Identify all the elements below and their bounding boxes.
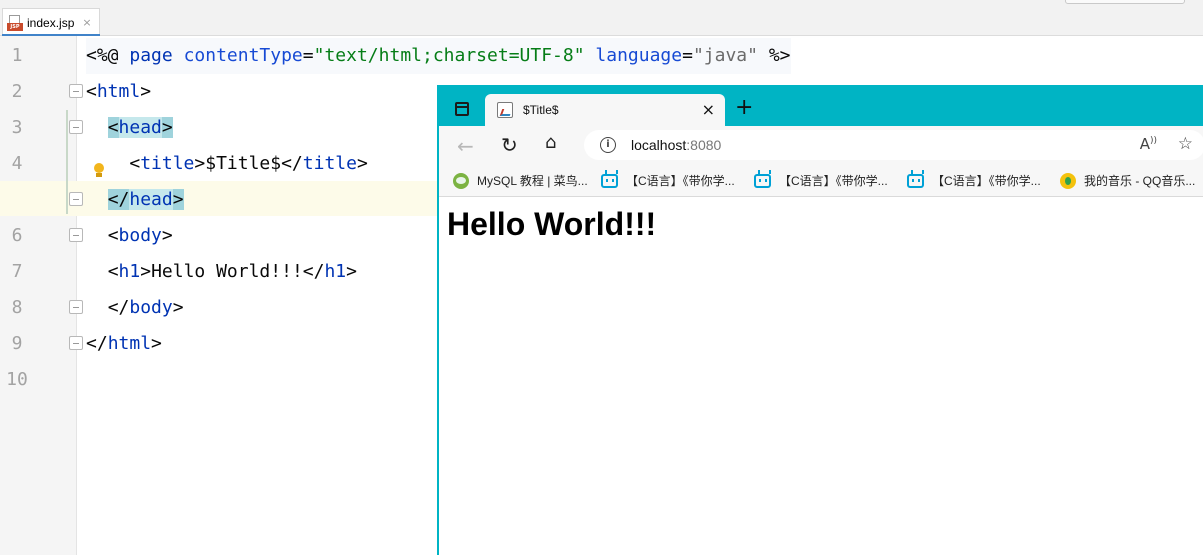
code-line-3: <head>: [107, 117, 173, 138]
line-number: 2: [11, 81, 23, 102]
close-tab-icon[interactable]: ×: [702, 100, 715, 119]
jsp-file-icon: JSP: [7, 14, 23, 31]
site-info-icon[interactable]: i: [600, 137, 616, 153]
page-viewport: Hello World!!!: [439, 198, 1203, 555]
line-number: 4: [11, 153, 23, 174]
fold-icon[interactable]: [69, 120, 83, 134]
vcs-change-marker[interactable]: [66, 110, 68, 214]
code-line-5: </head>: [107, 189, 184, 210]
add-favorite-star-icon[interactable]: ☆: [1178, 134, 1193, 154]
code-line-2: <html>: [86, 81, 152, 102]
page-heading: Hello World!!!: [447, 206, 657, 242]
file-tab-label: index.jsp: [27, 15, 75, 30]
bilibili-icon: [907, 173, 924, 188]
line-number: 1: [11, 45, 23, 66]
fold-icon[interactable]: [69, 192, 83, 206]
editor-tab-bar: JSP index.jsp ×: [0, 0, 1203, 37]
line-number: 7: [11, 261, 23, 282]
mysql-runoob-icon: [453, 172, 469, 189]
browser-window: $Title$ × + ← ↻ ⌂ i localhost:8080 A)) ☆…: [437, 85, 1203, 555]
line-number: 3: [11, 117, 23, 138]
address-url: localhost:8080: [631, 137, 721, 153]
address-bar[interactable]: i localhost:8080 A)) ☆: [584, 130, 1203, 160]
url-port: :8080: [686, 137, 722, 153]
new-tab-icon[interactable]: +: [735, 97, 753, 119]
bookmark-label: MySQL 教程 | 菜鸟...: [477, 174, 588, 188]
bookmark-item[interactable]: 【C语言】《带你学...: [907, 164, 1041, 197]
bookmarks-bar: MySQL 教程 | 菜鸟... 【C语言】《带你学... 【C语言】《带你学.…: [439, 164, 1203, 197]
code-line-6: <body>: [107, 225, 173, 246]
refresh-icon[interactable]: ↻: [501, 133, 518, 157]
fold-icon[interactable]: [69, 300, 83, 314]
line-number: 10: [6, 369, 28, 390]
browser-tab-strip: $Title$ × +: [439, 85, 1203, 126]
bilibili-icon: [601, 173, 618, 188]
line-number: 6: [11, 225, 23, 246]
bilibili-icon: [754, 173, 771, 188]
fold-icon[interactable]: [69, 336, 83, 350]
read-aloud-icon[interactable]: A)): [1140, 135, 1157, 153]
toolbar-widget[interactable]: [1065, 0, 1185, 4]
bookmark-label: 【C语言】《带你学...: [932, 174, 1041, 188]
bookmark-item[interactable]: MySQL 教程 | 菜鸟...: [453, 164, 588, 197]
code-line-1: <%@ page contentType="text/html;charset=…: [86, 38, 791, 74]
fold-icon[interactable]: [69, 228, 83, 242]
browser-tab-title: $Title$: [523, 103, 559, 117]
line-number: 8: [11, 297, 23, 318]
line-number: 9: [11, 333, 23, 354]
file-tab-index-jsp[interactable]: JSP index.jsp ×: [2, 8, 100, 37]
bookmark-item[interactable]: 【C语言】《带你学...: [601, 164, 735, 197]
code-line-8: </body>: [107, 297, 184, 318]
home-icon[interactable]: ⌂: [545, 132, 556, 153]
bookmark-item[interactable]: 我的音乐 - QQ音乐...: [1060, 164, 1195, 197]
back-arrow-icon[interactable]: ←: [457, 134, 474, 158]
bookmark-item[interactable]: 【C语言】《带你学...: [754, 164, 888, 197]
browser-tab[interactable]: $Title$ ×: [485, 94, 725, 126]
code-line-7: <h1>Hello World!!!</h1>: [107, 261, 357, 282]
page-favicon-icon: [497, 102, 513, 118]
bookmark-label: 【C语言】《带你学...: [779, 174, 888, 188]
bookmark-label: 【C语言】《带你学...: [626, 174, 735, 188]
code-line-4: <title>$Title$</title>: [129, 153, 368, 174]
close-tab-icon[interactable]: ×: [82, 16, 91, 29]
url-host: localhost: [631, 137, 687, 153]
fold-icon[interactable]: [69, 84, 83, 98]
qq-music-icon: [1060, 172, 1076, 189]
code-line-9: </html>: [86, 333, 162, 354]
bookmark-label: 我的音乐 - QQ音乐...: [1084, 174, 1196, 188]
browser-toolbar: ← ↻ ⌂ i localhost:8080 A)) ☆: [439, 126, 1203, 164]
tab-actions-icon[interactable]: [455, 102, 469, 116]
